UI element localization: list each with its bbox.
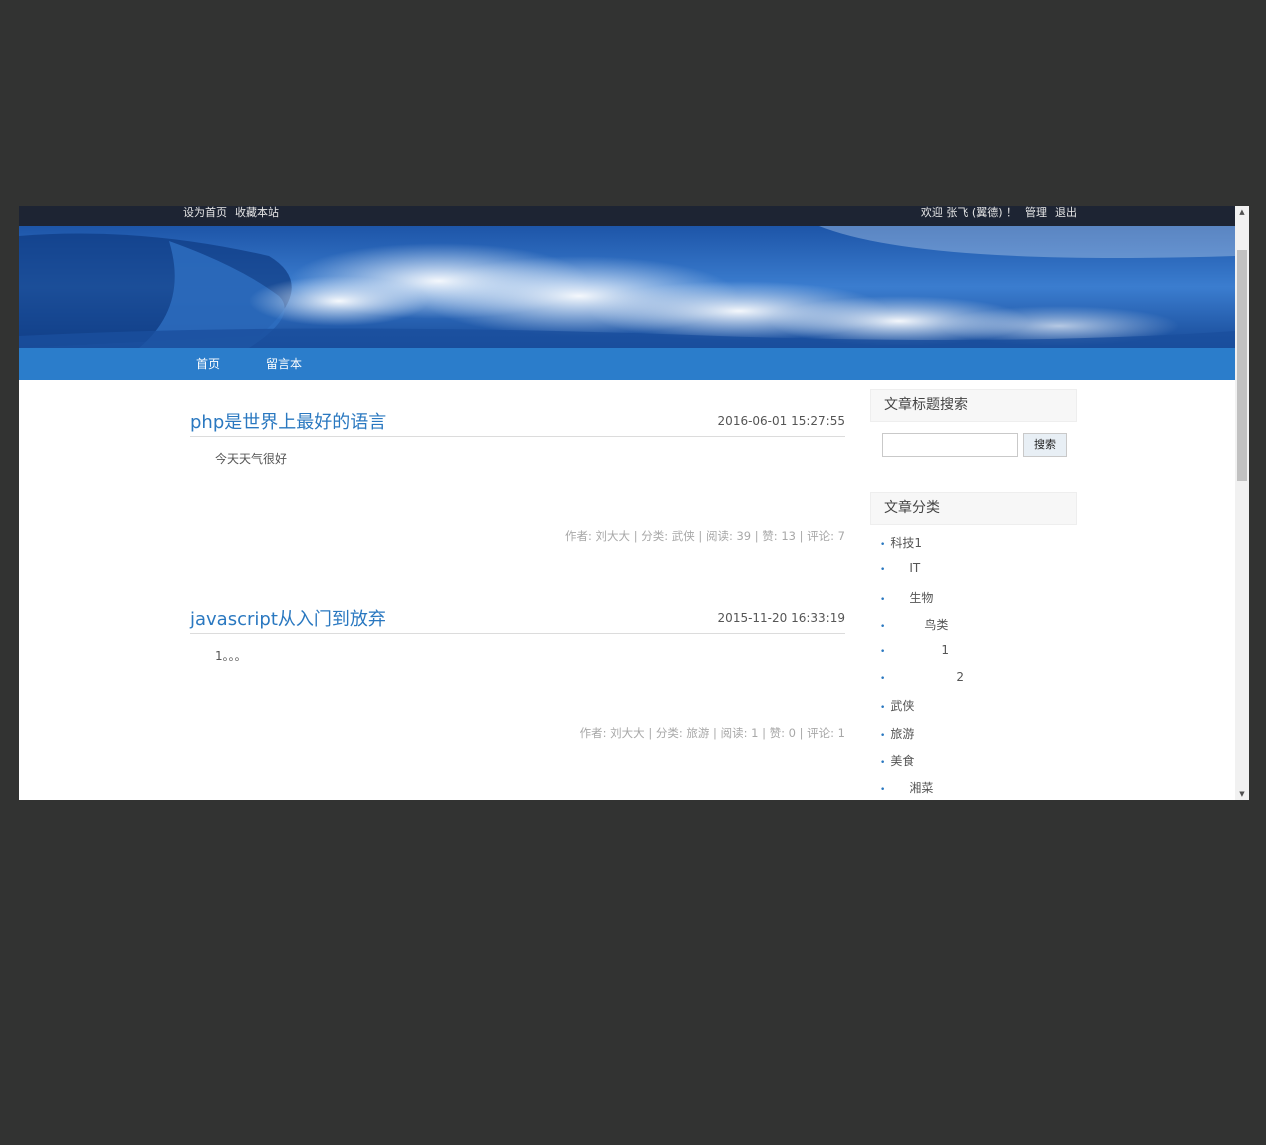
post-date: 2015-11-20 16:33:19 bbox=[717, 611, 845, 625]
bullet-icon: • bbox=[880, 647, 886, 657]
post-title[interactable]: php是世界上最好的语言 bbox=[190, 408, 386, 434]
bullet-icon: • bbox=[880, 703, 886, 713]
search-panel-title: 文章标题搜索 bbox=[870, 389, 1077, 422]
bullet-icon: • bbox=[880, 622, 886, 632]
category-label: 湘菜 bbox=[909, 781, 934, 795]
bullet-icon: • bbox=[880, 674, 886, 684]
post-divider bbox=[190, 436, 845, 437]
category-label: IT bbox=[909, 561, 921, 575]
category-label: 科技1 bbox=[890, 536, 922, 550]
post-title[interactable]: javascript从入门到放弃 bbox=[190, 605, 386, 631]
category-item[interactable]: • 湘菜 bbox=[880, 779, 933, 796]
category-label: 武侠 bbox=[890, 699, 915, 713]
wave-banner-image bbox=[19, 226, 1235, 348]
bullet-icon: • bbox=[880, 540, 886, 550]
post-meta: 作者: 刘大大 | 分类: 武侠 | 阅读: 39 | 赞: 13 | 评论: … bbox=[565, 529, 845, 543]
post-excerpt: 今天天气很好 bbox=[215, 452, 288, 466]
bookmark-link[interactable]: 收藏本站 bbox=[235, 206, 279, 219]
category-item[interactable]: • 生物 bbox=[880, 589, 933, 606]
category-panel-title: 文章分类 bbox=[870, 492, 1077, 525]
bullet-icon: • bbox=[880, 758, 886, 768]
scroll-up-arrow-icon[interactable]: ▲ bbox=[1235, 206, 1249, 218]
search-input[interactable] bbox=[882, 433, 1018, 457]
vertical-scrollbar[interactable]: ▲ ▼ bbox=[1235, 206, 1249, 800]
search-button[interactable]: 搜索 bbox=[1023, 433, 1067, 457]
top-bar-left: 设为首页 收藏本站 bbox=[183, 206, 287, 220]
scrollbar-thumb[interactable] bbox=[1237, 250, 1247, 481]
scroll-down-arrow-icon[interactable]: ▼ bbox=[1235, 788, 1249, 800]
category-item[interactable]: • 鸟类 bbox=[880, 616, 948, 633]
category-label: 生物 bbox=[909, 591, 934, 605]
category-item[interactable]: • 科技1 bbox=[880, 534, 922, 551]
browser-window: 设为首页 收藏本站 欢迎 张飞 (翼德) ！ 管理 退出 首页 留言本 php是世… bbox=[19, 206, 1249, 800]
category-label: 1 bbox=[941, 643, 949, 657]
top-bar: 设为首页 收藏本站 欢迎 张飞 (翼德) ！ 管理 退出 bbox=[19, 206, 1235, 226]
nav-home[interactable]: 首页 bbox=[196, 348, 220, 380]
logout-link[interactable]: 退出 bbox=[1055, 206, 1077, 219]
post-excerpt: 1。。。 bbox=[215, 649, 247, 663]
header-banner bbox=[19, 226, 1235, 348]
category-label: 鸟类 bbox=[924, 618, 949, 632]
post-meta: 作者: 刘大大 | 分类: 旅游 | 阅读: 1 | 赞: 0 | 评论: 1 bbox=[579, 726, 845, 740]
category-item[interactable]: • 1 bbox=[880, 643, 949, 657]
bullet-icon: • bbox=[880, 731, 886, 741]
post-date: 2016-06-01 15:27:55 bbox=[717, 414, 845, 428]
post-divider bbox=[190, 633, 845, 634]
nav-guestbook[interactable]: 留言本 bbox=[266, 348, 302, 380]
category-item[interactable]: • 武侠 bbox=[880, 697, 914, 714]
page-viewport: 设为首页 收藏本站 欢迎 张飞 (翼德) ！ 管理 退出 首页 留言本 php是世… bbox=[19, 206, 1235, 800]
top-bar-right: 欢迎 张飞 (翼德) ！ 管理 退出 bbox=[913, 206, 1077, 220]
bullet-icon: • bbox=[880, 595, 886, 605]
category-item[interactable]: • 美食 bbox=[880, 752, 914, 769]
main-nav: 首页 留言本 bbox=[19, 348, 1235, 380]
bullet-icon: • bbox=[880, 785, 886, 795]
category-label: 美食 bbox=[890, 754, 915, 768]
bullet-icon: • bbox=[880, 565, 886, 575]
set-home-link[interactable]: 设为首页 bbox=[183, 206, 227, 219]
category-item[interactable]: • 2 bbox=[880, 670, 964, 684]
category-item[interactable]: • 旅游 bbox=[880, 725, 914, 742]
post-item: php是世界上最好的语言 2016-06-01 15:27:55 今天天气很好 … bbox=[190, 408, 845, 558]
post-item: javascript从入门到放弃 2015-11-20 16:33:19 1。。… bbox=[190, 605, 845, 755]
admin-link[interactable]: 管理 bbox=[1025, 206, 1047, 219]
category-item[interactable]: • IT bbox=[880, 561, 920, 575]
category-label: 2 bbox=[956, 670, 964, 684]
category-label: 旅游 bbox=[890, 727, 915, 741]
welcome-text: 欢迎 张飞 (翼德) ！ bbox=[920, 206, 1017, 219]
